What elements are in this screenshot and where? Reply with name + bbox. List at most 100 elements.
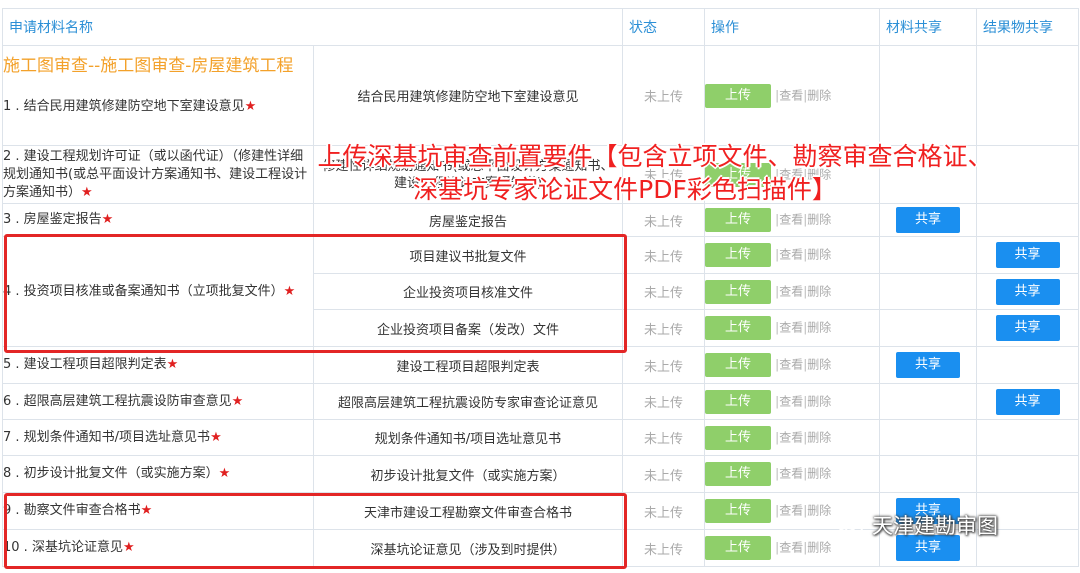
required-star-icon: ★: [283, 283, 296, 299]
view-link[interactable]: 查看: [779, 541, 803, 555]
header-material-name: 申请材料名称: [2, 8, 623, 46]
result-share-button[interactable]: 共享: [995, 278, 1060, 305]
table-row: 4 . 投资项目核准或备案通知书（立项批复文件）★ 项目建议书批复文件 未上传 …: [2, 236, 1079, 347]
view-link[interactable]: 查看: [779, 284, 803, 298]
view-link[interactable]: 查看: [779, 504, 803, 518]
upload-button[interactable]: 上传: [705, 425, 771, 450]
required-star-icon: ★: [210, 429, 222, 445]
required-star-icon: ★: [140, 503, 153, 518]
operations-cell: 上传 |查看|删除: [704, 309, 880, 347]
required-star-icon: ★: [231, 393, 244, 409]
view-link[interactable]: 查看: [779, 213, 803, 227]
view-link[interactable]: 查看: [779, 358, 803, 372]
operations-cell: 上传 |查看|删除: [704, 383, 880, 420]
watermark: 天津建勘审图: [836, 510, 998, 540]
material-name: 7 . 规划条件通知书/项目选址意见书: [3, 429, 211, 445]
material-name-cell: 5 . 建设工程项目超限判定表★: [2, 346, 314, 384]
required-star-icon: ★: [122, 540, 135, 555]
operations-cell: 上传 |查看|删除: [704, 273, 880, 310]
material-file-name: 结合民用建筑修建防空地下室建设意见: [313, 45, 623, 146]
table-row: 5 . 建设工程项目超限判定表★ 建设工程项目超限判定表 未上传 上传 |查看|…: [2, 346, 1079, 384]
material-share-cell: [879, 45, 977, 146]
annotation-line-2: 深基坑专家论证文件PDF彩色扫描件】: [413, 175, 837, 204]
delete-link[interactable]: 删除: [807, 430, 831, 444]
upload-button[interactable]: 上传: [705, 316, 771, 340]
material-file-name: 企业投资项目核准文件: [313, 273, 623, 310]
delete-link[interactable]: 删除: [807, 284, 831, 298]
material-name-cell: 9 . 勘察文件审查合格书★: [2, 492, 314, 530]
status-text: 未上传: [622, 346, 705, 384]
required-star-icon: ★: [81, 184, 93, 200]
required-star-icon: ★: [101, 212, 114, 227]
view-link[interactable]: 查看: [779, 430, 803, 444]
view-link[interactable]: 查看: [779, 394, 803, 408]
upload-button[interactable]: 上传: [705, 243, 771, 267]
result-share-button[interactable]: 共享: [995, 315, 1060, 341]
wechat-icon: [836, 514, 863, 536]
result-share-button[interactable]: 共享: [995, 388, 1060, 415]
delete-link[interactable]: 删除: [807, 248, 831, 262]
operations-cell: 上传 |查看|删除: [704, 455, 880, 493]
material-file-name: 超限高层建筑工程抗震设防专家审查论证意见: [313, 383, 623, 420]
operations-cell: 上传 |查看|删除: [704, 419, 880, 456]
material-name-cell: 8 . 初步设计批复文件（或实施方案）★: [2, 455, 314, 493]
material-name: 3 . 房屋鉴定报告: [3, 212, 102, 227]
annotation-line-1: 上传深基坑审查前置要件【包含立项文件、勘察审查合格证、: [317, 142, 993, 171]
material-name: 5 . 建设工程项目超限判定表: [3, 357, 167, 372]
view-link[interactable]: 查看: [779, 248, 803, 262]
result-share-cell: 共享: [976, 273, 1079, 310]
view-link[interactable]: 查看: [779, 88, 803, 102]
delete-link[interactable]: 删除: [807, 541, 831, 555]
delete-link[interactable]: 删除: [807, 394, 831, 408]
operations-cell: 上传 |查看|删除: [704, 346, 880, 384]
material-share-cell: [879, 383, 977, 420]
material-name: 10 . 深基坑论证意见: [3, 540, 123, 555]
operations-cell: 上传 |查看|删除: [704, 45, 880, 146]
view-link[interactable]: 查看: [779, 467, 803, 481]
delete-link[interactable]: 删除: [807, 467, 831, 481]
upload-button[interactable]: 上传: [705, 279, 771, 304]
view-link[interactable]: 查看: [779, 321, 803, 335]
material-name: 6 . 超限高层建筑工程抗震设防审查意见: [3, 393, 232, 409]
result-share-cell: [976, 419, 1079, 456]
table-row: 7 . 规划条件通知书/项目选址意见书★ 规划条件通知书/项目选址意见书 未上传…: [2, 419, 1079, 456]
result-share-cell: 共享: [976, 309, 1079, 347]
result-share-cell: [976, 45, 1079, 146]
result-share-cell: [976, 203, 1079, 237]
material-share-cell: [879, 455, 977, 493]
result-share-button[interactable]: 共享: [995, 242, 1060, 268]
share-button[interactable]: 共享: [896, 352, 960, 378]
upload-button[interactable]: 上传: [705, 208, 771, 232]
result-share-cell: 共享: [976, 236, 1079, 274]
status-text: 未上传: [622, 236, 705, 274]
material-share-cell: [879, 309, 977, 347]
upload-button[interactable]: 上传: [705, 83, 771, 108]
header-result-share: 结果物共享: [976, 8, 1079, 46]
material-name: 1 . 结合民用建筑修建防空地下室建设意见: [3, 99, 245, 114]
material-name-cell: 6 . 超限高层建筑工程抗震设防审查意见★: [2, 383, 314, 420]
required-star-icon: ★: [166, 357, 179, 372]
upload-button[interactable]: 上传: [705, 462, 771, 486]
material-file-name: 企业投资项目备案（发改）文件: [313, 309, 623, 347]
upload-button[interactable]: 上传: [705, 499, 771, 523]
material-name-cell: 3 . 房屋鉴定报告★: [2, 203, 314, 237]
share-button[interactable]: 共享: [896, 207, 960, 233]
material-name-cell: 4 . 投资项目核准或备案通知书（立项批复文件）★: [2, 236, 314, 347]
material-file-name: 深基坑论证意见（涉及到时提供）: [313, 529, 623, 567]
upload-button[interactable]: 上传: [705, 536, 771, 560]
material-name-cell: 7 . 规划条件通知书/项目选址意见书★: [2, 419, 314, 456]
delete-link[interactable]: 删除: [807, 88, 831, 102]
material-file-name: 天津市建设工程勘察文件审查合格书: [313, 492, 623, 530]
delete-link[interactable]: 删除: [807, 358, 831, 372]
material-file-name: 建设工程项目超限判定表: [313, 346, 623, 384]
table-row: 施工图审查--施工图审查-房屋建筑工程 1 . 结合民用建筑修建防空地下室建设意…: [2, 45, 1079, 146]
status-text: 未上传: [622, 45, 705, 146]
upload-button[interactable]: 上传: [705, 389, 771, 414]
delete-link[interactable]: 删除: [807, 504, 831, 518]
delete-link[interactable]: 删除: [807, 321, 831, 335]
operations-cell: 上传 |查看|删除: [704, 203, 880, 237]
operations-cell: 上传 |查看|删除: [704, 236, 880, 274]
upload-button[interactable]: 上传: [705, 353, 771, 377]
table-row: 6 . 超限高层建筑工程抗震设防审查意见★ 超限高层建筑工程抗震设防专家审查论证…: [2, 383, 1079, 420]
delete-link[interactable]: 删除: [807, 213, 831, 227]
